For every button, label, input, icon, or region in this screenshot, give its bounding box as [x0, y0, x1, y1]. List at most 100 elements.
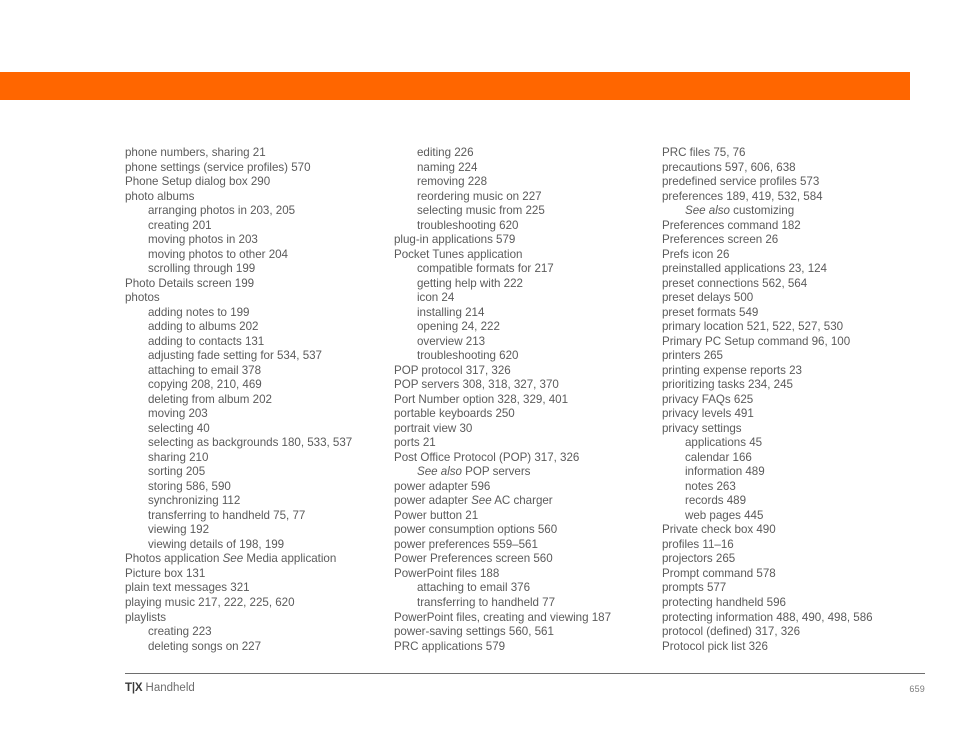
- cross-reference-marker: See also: [417, 465, 462, 479]
- index-entry: profiles 11–16: [662, 537, 734, 551]
- index-entry: protocol (defined) 317, 326: [662, 625, 801, 639]
- index-entry: Prompt command 578: [662, 566, 776, 580]
- index-column-2: editing 226 naming 224 removing 228 reorder…: [394, 146, 656, 654]
- index-entry: synchronizing 112: [148, 494, 241, 508]
- footer-label: T|X Handheld: [125, 681, 195, 696]
- index-entry: printing expense reports 23: [662, 363, 802, 377]
- index-entry: PRC applications 579: [394, 639, 506, 653]
- index-entry: Port Number option 328, 329, 401: [394, 392, 569, 406]
- index-entry: copying 208, 210, 469: [148, 378, 262, 392]
- index-entry: sorting 205: [148, 465, 206, 479]
- index-entry: precautions 597, 606, 638: [662, 160, 796, 174]
- index-entry: PRC files 75, 76: [662, 146, 746, 159]
- index-entry: selecting 40: [148, 421, 210, 435]
- index-entry: Preferences screen 26: [662, 233, 779, 247]
- index-entry: records 489: [685, 494, 747, 508]
- index-entry: removing 228: [417, 175, 488, 189]
- index-entry: selecting music from 225: [417, 204, 545, 218]
- index-entry: Power button 21: [394, 508, 479, 522]
- index-entry: Pocket Tunes application: [394, 247, 523, 261]
- index-column-3: PRC files 75, 76 precautions 597, 606, 63…: [662, 146, 924, 654]
- index-entry: portrait view 30: [394, 421, 473, 435]
- index-entry: phone numbers, sharing 21: [125, 146, 266, 159]
- footer-divider: [125, 673, 925, 674]
- index-entry: storing 586, 590: [148, 479, 231, 493]
- index-entry: POP servers 308, 318, 327, 370: [394, 378, 559, 392]
- index-entry: preset delays 500: [662, 291, 754, 305]
- index-entry: prompts 577: [662, 581, 727, 595]
- index-entry: predefined service profiles 573: [662, 175, 820, 189]
- index-entry: web pages 445: [685, 508, 764, 522]
- index-entry: protecting handheld 596: [662, 595, 786, 609]
- index-entry: creating 201: [148, 218, 212, 232]
- index-entry: privacy levels 491: [662, 407, 754, 421]
- index-entry: portable keyboards 250: [394, 407, 515, 421]
- index-entry: Primary PC Setup command 96, 100: [662, 334, 851, 348]
- index-entry: Picture box 131: [125, 566, 206, 580]
- index-entry: scrolling through 199: [148, 262, 256, 276]
- index-entry: Photo Details screen 199: [125, 276, 255, 290]
- index-entry: selecting as backgrounds 180, 533, 537: [148, 436, 353, 450]
- index-entry: plain text messages 321: [125, 581, 250, 595]
- index-entry: projectors 265: [662, 552, 736, 566]
- index-entry: photo albums: [125, 189, 195, 203]
- index-entry: adding to contacts 131: [148, 334, 265, 348]
- index-entry: phone settings (service profiles) 570: [125, 160, 311, 174]
- index-entry: privacy settings: [662, 421, 742, 435]
- index-entry: preinstalled applications 23, 124: [662, 262, 827, 276]
- index-entry: power adapter See AC charger: [394, 494, 553, 508]
- product-label: Handheld: [145, 682, 195, 694]
- index-entry: Phone Setup dialog box 290: [125, 175, 271, 189]
- index-entry: attaching to email 376: [417, 581, 530, 595]
- index-entry: power preferences 559–561: [394, 537, 538, 551]
- cross-reference-marker: See: [471, 494, 492, 508]
- index-columns-container: phone numbers, sharing 21 phone settings …: [125, 146, 925, 656]
- index-entry: information 489: [685, 465, 765, 479]
- index-entry: transferring to handheld 75, 77: [148, 508, 306, 522]
- index-entry: compatible formats for 217: [417, 262, 554, 276]
- index-entry: getting help with 222: [417, 276, 523, 290]
- index-entry: playlists: [125, 610, 167, 624]
- index-entry: naming 224: [417, 160, 478, 174]
- index-entry: transferring to handheld 77: [417, 595, 556, 609]
- index-entry: icon 24: [417, 291, 455, 305]
- cross-reference-marker: See also: [685, 204, 730, 218]
- index-entry: arranging photos in 203, 205: [148, 204, 296, 218]
- orange-header-band: [0, 72, 910, 100]
- index-entry: moving photos in 203: [148, 233, 258, 247]
- index-entry: prioritizing tasks 234, 245: [662, 378, 793, 392]
- cross-reference-marker: See: [222, 552, 244, 566]
- index-entry: sharing 210: [148, 450, 209, 464]
- index-entry: power adapter 596: [394, 479, 491, 493]
- index-entry: editing 226: [417, 146, 474, 159]
- index-entry: adding notes to 199: [148, 305, 250, 319]
- index-entry: adjusting fade setting for 534, 537: [148, 349, 322, 363]
- index-entry: Prefs icon 26: [662, 247, 730, 261]
- index-entry: privacy FAQs 625: [662, 392, 754, 406]
- index-entry: viewing 192: [148, 523, 210, 537]
- index-entry: attaching to email 378: [148, 363, 261, 377]
- index-entry: power-saving settings 560, 561: [394, 625, 554, 639]
- index-page: phone numbers, sharing 21 phone settings …: [0, 0, 954, 738]
- page-number: 659: [909, 684, 925, 694]
- index-entry: troubleshooting 620: [417, 218, 519, 232]
- index-entry: overview 213: [417, 334, 486, 348]
- index-entry: reordering music on 227: [417, 189, 542, 203]
- index-entry: creating 223: [148, 625, 212, 639]
- index-entry: photos: [125, 291, 160, 305]
- index-entry: power consumption options 560: [394, 523, 558, 537]
- index-entry: opening 24, 222: [417, 320, 500, 334]
- index-entry: preset connections 562, 564: [662, 276, 808, 290]
- index-entry: preset formats 549: [662, 305, 759, 319]
- index-entry: preferences 189, 419, 532, 584: [662, 189, 823, 203]
- index-entry: protecting information 488, 490, 498, 58…: [662, 610, 873, 624]
- index-entry: See also customizing: [685, 204, 795, 218]
- index-entry: PowerPoint files, creating and viewing 1…: [394, 610, 611, 624]
- index-entry: adding to albums 202: [148, 320, 259, 334]
- index-entry: printers 265: [662, 349, 723, 363]
- index-entry: Protocol pick list 326: [662, 639, 768, 653]
- index-entry: POP protocol 317, 326: [394, 363, 511, 377]
- index-entry: moving 203: [148, 407, 208, 421]
- index-entry: calendar 166: [685, 450, 752, 464]
- index-entry: troubleshooting 620: [417, 349, 519, 363]
